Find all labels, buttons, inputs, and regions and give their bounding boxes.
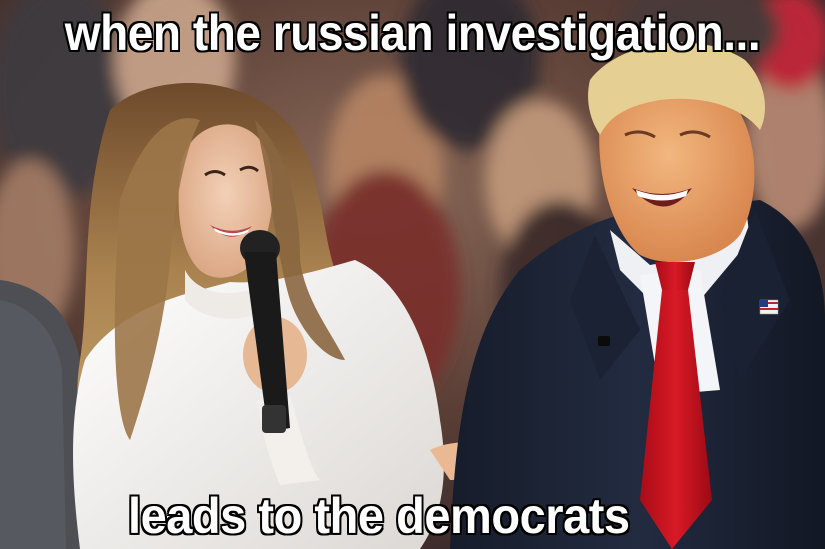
bottom-caption: leads to the democrats: [127, 488, 631, 544]
meme-image: when the russian investigation... leads …: [0, 0, 825, 549]
photo: [0, 0, 825, 549]
lapel-mic-icon: [598, 336, 610, 346]
top-caption: when the russian investigation...: [64, 5, 762, 61]
us-flag-pin-icon: [759, 299, 779, 315]
